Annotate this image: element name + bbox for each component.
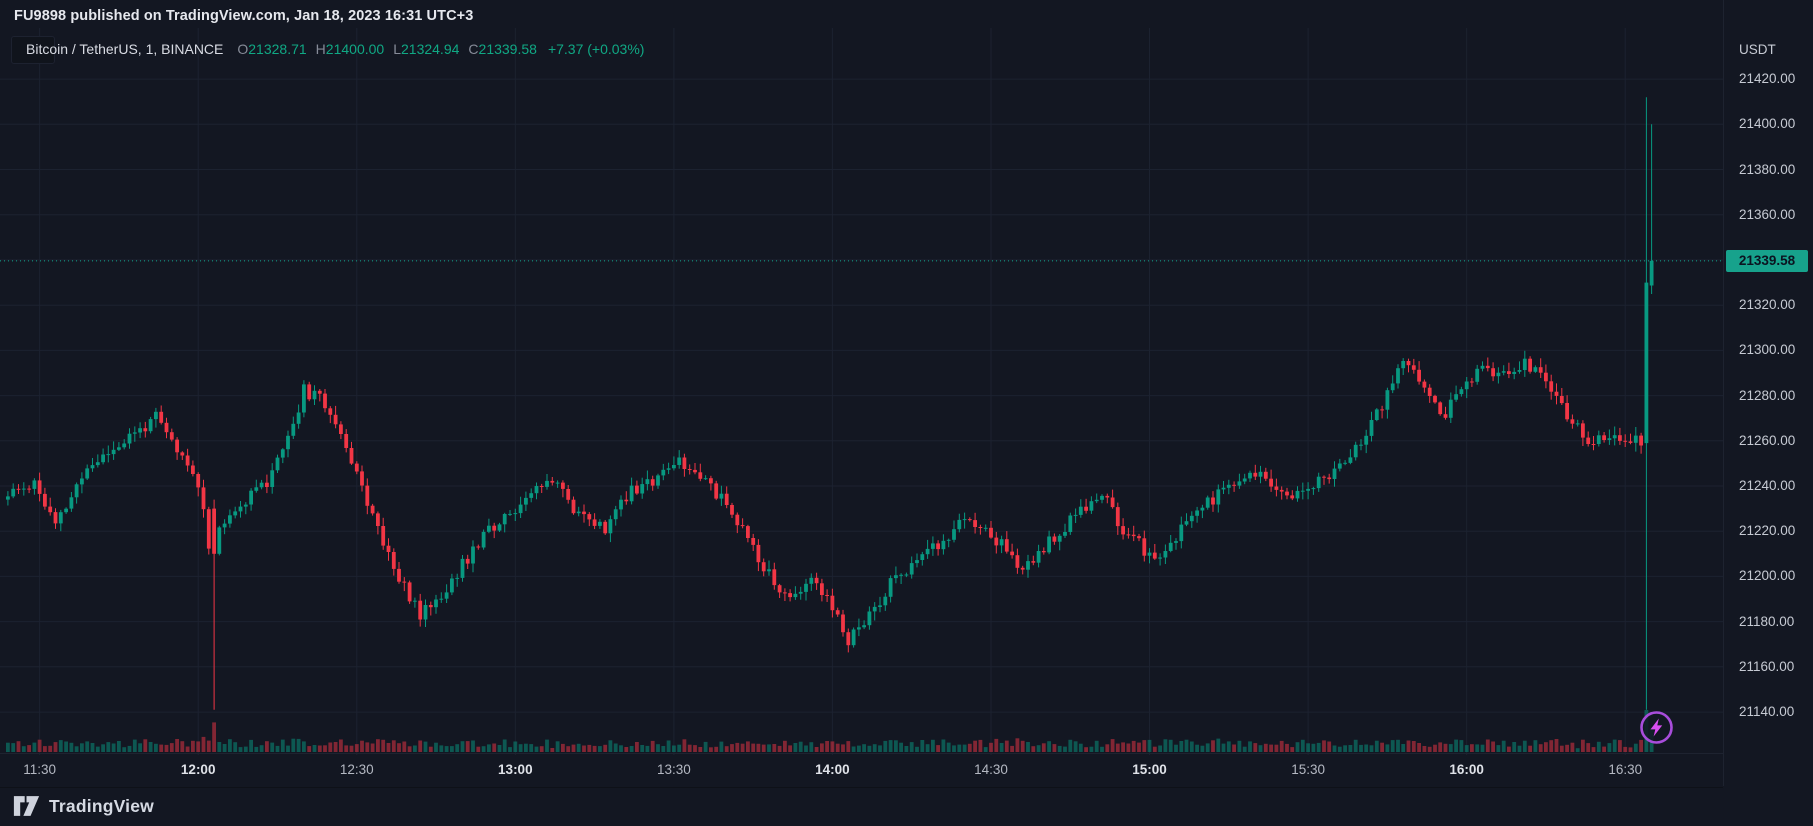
price-tick-label: 21180.00 (1739, 614, 1794, 630)
time-tick-label: 13:00 (498, 762, 533, 777)
time-tick-label: 15:00 (1132, 762, 1167, 777)
lightning-marker-icon[interactable] (1638, 709, 1675, 746)
price-tick-label: 21320.00 (1739, 297, 1795, 313)
price-axis[interactable]: USDT 21339.58 21140.00 21160.00 21180.00 21… (1723, 0, 1813, 786)
tradingview-logo-icon[interactable] (13, 794, 40, 818)
time-tick-label: 14:00 (815, 762, 850, 777)
price-tick-label: 21200.00 (1739, 568, 1795, 584)
ohlc-low: L21324.94 (393, 41, 459, 57)
price-axis-currency: USDT (1739, 42, 1776, 57)
time-axis[interactable]: 11:30 12:00 12:30 13:00 13:30 14:00 14:30 15:00… (0, 753, 1723, 788)
price-tick-label: 21400.00 (1739, 116, 1795, 132)
time-tick-label: 16:30 (1608, 762, 1642, 777)
price-tick-label: 21260.00 (1739, 433, 1795, 449)
time-tick-label: 15:30 (1291, 762, 1325, 777)
price-tick-label: 21360.00 (1739, 207, 1795, 223)
ohlc-high: H21400.00 (316, 41, 385, 57)
ohlc-close: C21339.58 (468, 41, 537, 57)
price-tick-label: 21160.00 (1739, 659, 1794, 675)
price-tick-label: 21300.00 (1739, 342, 1795, 358)
price-tick-label: 21420.00 (1739, 71, 1795, 87)
time-tick-label: 16:00 (1449, 762, 1484, 777)
time-tick-label: 13:30 (657, 762, 691, 777)
tradingview-brand[interactable]: TradingView (49, 796, 154, 817)
time-tick-label: 12:00 (181, 762, 216, 777)
price-tick-label: 21280.00 (1739, 388, 1795, 404)
price-tick-label: 21140.00 (1739, 704, 1794, 720)
time-tick-label: 11:30 (23, 762, 56, 777)
ohlc-open: O21328.71 (237, 41, 306, 57)
last-price-badge: 21339.58 (1726, 250, 1808, 272)
price-tick-label: 21220.00 (1739, 523, 1795, 539)
time-tick-label: 12:30 (340, 762, 374, 777)
chart-legend: Bitcoin / TetherUS, 1, BINANCE O21328.71… (11, 36, 644, 62)
candlestick-chart[interactable] (0, 0, 1723, 786)
price-tick-label: 21240.00 (1739, 478, 1795, 494)
symbol-title[interactable]: Bitcoin / TetherUS, 1, BINANCE (26, 41, 223, 57)
tradingview-snapshot: FU9898 published on TradingView.com, Jan… (0, 0, 1813, 826)
footer: TradingView (13, 793, 154, 819)
price-tick-label: 21380.00 (1739, 162, 1795, 178)
time-tick-label: 14:30 (974, 762, 1008, 777)
ohlc-change: +7.37 (+0.03%) (548, 41, 645, 57)
